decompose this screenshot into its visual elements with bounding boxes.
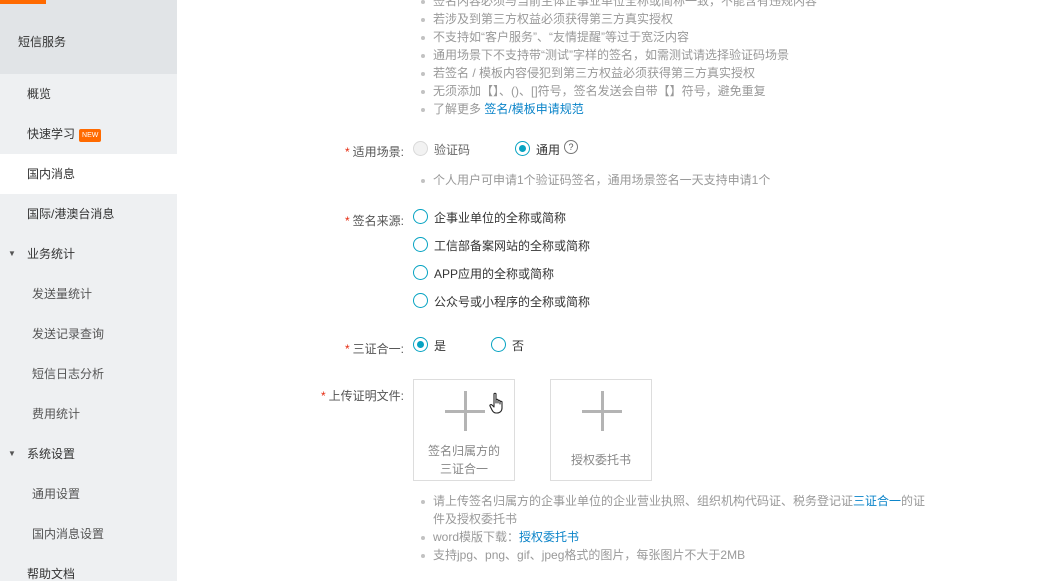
source-radio-enterprise[interactable] <box>413 209 428 224</box>
scene-radio-general[interactable] <box>515 141 530 156</box>
source-option-website: 工信部备案网站的全称或简称 <box>434 239 591 253</box>
note-text: 件及授权委托书 <box>433 512 518 526</box>
signature-rules-notes: 签名内容必须与当前主体企事业单位全称或简称一致，不能含有违规内容 若涉及到第三方… <box>420 0 817 118</box>
three-in-one-label-text: 三证合一: <box>352 342 405 356</box>
three-in-one-radio-no[interactable] <box>491 337 506 352</box>
sidebar-item-label: 概览 <box>27 87 52 101</box>
upload-caption: 签名归属方的 <box>427 444 500 458</box>
three-in-one-label: * 三证合一: <box>345 340 404 357</box>
scene-label: * 适用场景: <box>345 143 404 160</box>
sidebar-group-settings[interactable]: ▼ 系统设置 <box>0 434 177 474</box>
source-label-text: 签名来源: <box>352 214 405 228</box>
scene-label-text: 适用场景: <box>352 145 405 159</box>
source-option-enterprise: 企事业单位的全称或简称 <box>434 211 567 225</box>
sidebar-item-label: 系统设置 <box>27 447 76 461</box>
source-radio-official-account[interactable] <box>413 293 428 308</box>
sidebar-item-label: 帮助文档 <box>27 567 76 581</box>
sidebar-item-log-analysis[interactable]: 短信日志分析 <box>0 354 177 394</box>
sidebar-title-label: 短信服务 <box>18 35 67 49</box>
sidebar-item-label: 快速学习 <box>27 127 76 141</box>
sidebar-item-label: 费用统计 <box>32 407 81 421</box>
sidebar-item-domestic[interactable]: 国内消息 <box>0 154 177 194</box>
source-label: * 签名来源: <box>345 212 404 229</box>
upload-caption: 授权委托书 <box>570 453 631 467</box>
sidebar: 短信服务 概览 快速学习 NEW 国内消息 国际/港澳台消息 ▼ 业务统计 发送量… <box>0 0 177 581</box>
sidebar-item-label: 短信日志分析 <box>32 367 105 381</box>
sidebar-item-label: 发送记录查询 <box>32 327 105 341</box>
sidebar-item-label: 业务统计 <box>27 247 76 261</box>
sidebar-item-international[interactable]: 国际/港澳台消息 <box>0 194 177 234</box>
note-item: 无须添加【】、()、[]符号，签名发送会自带【】符号，避免重复 <box>420 82 817 100</box>
required-star: * <box>321 389 326 403</box>
new-badge: NEW <box>79 129 102 142</box>
note-item-learn-more: 了解更多 签名/模板申请规范 <box>420 100 817 118</box>
upload-caption: 三证合一 <box>439 462 488 476</box>
sidebar-item-help-docs[interactable]: 帮助文档 <box>0 554 177 581</box>
scene-radio-verify[interactable] <box>413 141 428 156</box>
three-in-one-option-yes: 是 <box>434 339 447 353</box>
authorization-template-link[interactable]: 授权委托书 <box>519 530 579 544</box>
learn-more-text: 了解更多 <box>433 102 482 116</box>
sidebar-item-overview[interactable]: 概览 <box>0 74 177 114</box>
required-star: * <box>345 214 350 228</box>
upload-note-template: word模版下载：授权委托书 <box>420 528 579 546</box>
three-in-one-radio-yes[interactable] <box>413 337 428 352</box>
sidebar-item-send-records[interactable]: 发送记录查询 <box>0 314 177 354</box>
sidebar-item-send-volume[interactable]: 发送量统计 <box>0 274 177 314</box>
upload-label: * 上传证明文件: <box>321 387 404 404</box>
sidebar-item-label: 发送量统计 <box>32 287 93 301</box>
note-item: 若涉及到第三方权益必须获得第三方真实授权 <box>420 10 817 28</box>
note-item: 若签名 / 模板内容侵犯到第三方权益必须获得第三方真实授权 <box>420 64 817 82</box>
three-in-one-link[interactable]: 三证合一 <box>853 494 901 508</box>
required-star: * <box>345 145 350 159</box>
caret-down-icon: ▼ <box>8 449 16 458</box>
note-item: 签名内容必须与当前主体企事业单位全称或简称一致，不能含有违规内容 <box>420 0 817 10</box>
sidebar-item-label: 通用设置 <box>32 487 81 501</box>
hand-cursor-icon <box>489 392 503 414</box>
sidebar-item-cost-stats[interactable]: 费用统计 <box>0 394 177 434</box>
note-item: 不支持如“客户服务”、“友情提醒”等过于宽泛内容 <box>420 28 817 46</box>
note-text: 的证 <box>901 494 926 508</box>
spec-link[interactable]: 签名/模板申请规范 <box>484 102 583 116</box>
note-item: 通用场景下不支持带“测试”字样的签名，如需测试请选择验证码场景 <box>420 46 817 64</box>
upload-authorization[interactable]: 授权委托书 <box>550 379 652 481</box>
source-radio-website[interactable] <box>413 237 428 252</box>
source-option-official-account: 公众号或小程序的全称或简称 <box>434 295 591 309</box>
upload-note-requirements: 请上传签名归属方的企事业单位的企业营业执照、组织机构代码证、税务登记证三证合一的… <box>420 492 940 528</box>
upload-label-text: 上传证明文件: <box>328 389 405 403</box>
sidebar-item-general-settings[interactable]: 通用设置 <box>0 474 177 514</box>
sidebar-item-quick-learn[interactable]: 快速学习 NEW <box>0 114 177 154</box>
sidebar-title: 短信服务 <box>0 0 177 74</box>
sidebar-item-label: 国内消息 <box>27 167 76 181</box>
note-text: 请上传签名归属方的企事业单位的企业营业执照、组织机构代码证、税务登记证 <box>433 494 854 508</box>
sidebar-group-stats[interactable]: ▼ 业务统计 <box>0 234 177 274</box>
scene-note: 个人用户可申请1个验证码签名，通用场景签名一天支持申请1个 <box>420 171 770 189</box>
sidebar-item-label: 国内消息设置 <box>32 527 105 541</box>
source-radio-app[interactable] <box>413 265 428 280</box>
three-in-one-option-no: 否 <box>512 339 525 353</box>
brand-accent-bar <box>0 0 46 4</box>
help-icon[interactable]: ? <box>564 140 578 154</box>
sidebar-item-domestic-settings[interactable]: 国内消息设置 <box>0 514 177 554</box>
caret-down-icon: ▼ <box>8 249 16 258</box>
sidebar-item-label: 国际/港澳台消息 <box>27 207 115 221</box>
required-star: * <box>345 342 350 356</box>
note-text: word模版下载： <box>433 530 520 544</box>
upload-note-format: 支持jpg、png、gif、jpeg格式的图片，每张图片不大于2MB <box>420 546 745 564</box>
scene-option-verify: 验证码 <box>434 143 471 157</box>
source-option-app: APP应用的全称或简称 <box>434 267 555 281</box>
scene-option-general: 通用 <box>536 143 561 157</box>
